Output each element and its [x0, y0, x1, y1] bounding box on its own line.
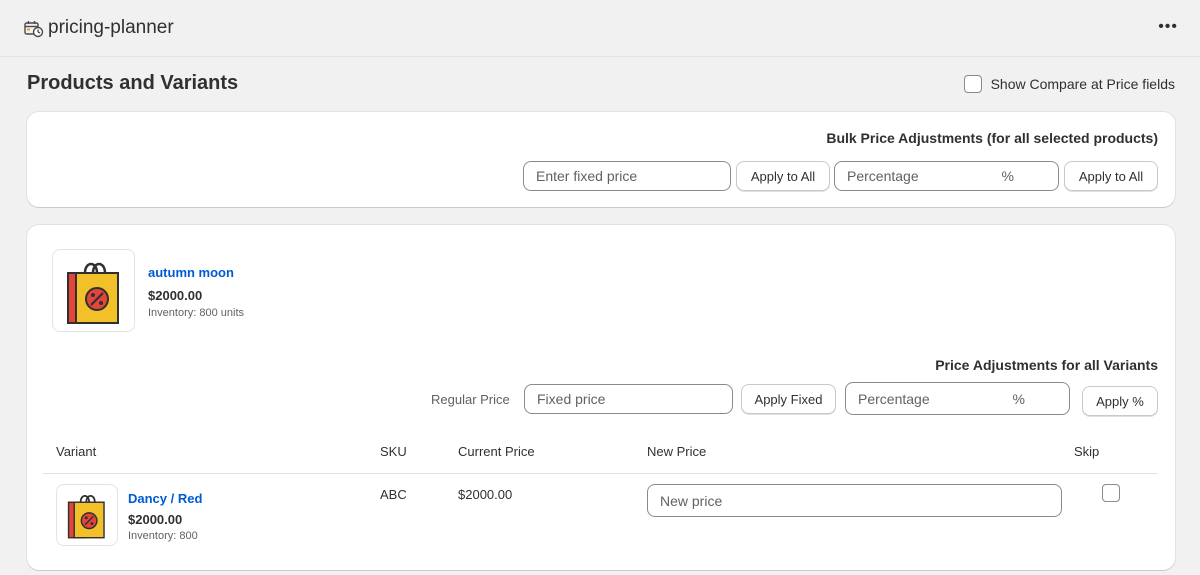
- skip-checkbox[interactable]: [1102, 484, 1120, 502]
- variant-inventory: Inventory: 800: [128, 530, 198, 542]
- new-price-placeholder: New price: [660, 492, 723, 509]
- shopping-bag-percent-icon: [67, 494, 105, 539]
- show-compare-checkbox[interactable]: [963, 75, 982, 93]
- product-name-link[interactable]: autumn moon: [148, 265, 234, 280]
- shopping-bag-percent-icon: [66, 262, 119, 324]
- variant-sku: ABC: [380, 487, 407, 502]
- app-header: pricing-planner •••: [0, 0, 1200, 57]
- col-header-skip: Skip: [1074, 444, 1100, 459]
- variant-percent-suffix: %: [1012, 390, 1025, 407]
- col-header-new-price: New Price: [647, 444, 707, 459]
- variant-thumbnail: [56, 484, 118, 546]
- col-header-current-price: Current Price: [458, 444, 535, 459]
- bulk-heading: Bulk Price Adjustments (for all selected…: [826, 130, 1158, 146]
- variant-fixed-price-input[interactable]: Fixed price: [524, 384, 733, 414]
- bulk-apply-percent-button[interactable]: Apply to All: [1064, 161, 1158, 191]
- col-header-sku: SKU: [380, 444, 407, 459]
- col-header-variant: Variant: [56, 444, 97, 459]
- bulk-percentage-placeholder: Percentage: [847, 168, 919, 184]
- page-title: Products and Variants: [27, 72, 239, 94]
- variant-name-link[interactable]: Dancy / Red: [128, 491, 202, 506]
- calendar-clock-icon: [24, 20, 44, 38]
- bulk-apply-fixed-button[interactable]: Apply to All: [736, 161, 830, 191]
- apply-percent-button[interactable]: Apply %: [1082, 386, 1158, 416]
- variant-price: $2000.00: [128, 512, 183, 527]
- show-compare-toggle[interactable]: Show Compare at Price fields: [963, 75, 1175, 93]
- variant-current-price: $2000.00: [458, 487, 513, 502]
- bulk-percent-suffix: %: [1001, 168, 1014, 184]
- bulk-percentage-input[interactable]: Percentage %: [834, 161, 1059, 191]
- new-price-input[interactable]: New price: [647, 484, 1062, 517]
- show-compare-label: Show Compare at Price fields: [990, 76, 1175, 92]
- table-header-divider: [43, 473, 1158, 474]
- variant-adjust-heading: Price Adjustments for all Variants: [935, 357, 1158, 373]
- variant-percentage-placeholder: Percentage: [858, 390, 930, 407]
- more-actions-button[interactable]: •••: [1158, 18, 1178, 36]
- bulk-adjustments-card: Bulk Price Adjustments (for all selected…: [27, 112, 1175, 207]
- bulk-fixed-price-input[interactable]: Enter fixed price: [523, 161, 731, 191]
- bulk-fixed-price-placeholder: Enter fixed price: [536, 168, 638, 184]
- product-price: $2000.00: [148, 288, 203, 303]
- apply-fixed-button[interactable]: Apply Fixed: [741, 384, 836, 414]
- product-inventory: Inventory: 800 units: [148, 307, 245, 319]
- app-title: pricing-planner: [48, 17, 174, 38]
- regular-price-label: Regular Price: [431, 392, 510, 407]
- product-thumbnail: [52, 249, 135, 332]
- variant-fixed-price-placeholder: Fixed price: [537, 391, 606, 407]
- product-card: autumn moon $2000.00 Inventory: 800 unit…: [27, 225, 1175, 570]
- variant-percentage-input[interactable]: Percentage %: [845, 382, 1070, 415]
